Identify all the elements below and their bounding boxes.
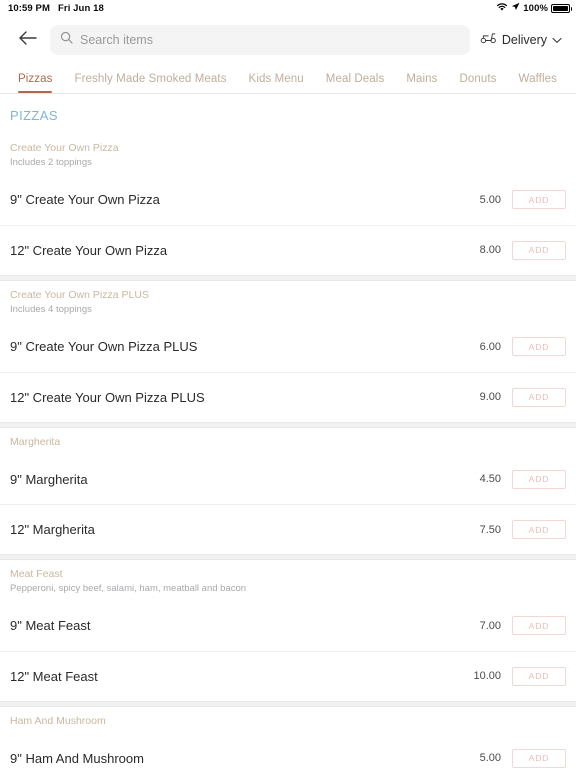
menu-item-name: 12" Create Your Own Pizza: [10, 242, 168, 258]
status-bar: 10:59 PM Fri Jun 18 100%: [0, 0, 576, 16]
back-button[interactable]: [10, 23, 44, 57]
menu-item-price: 5.00: [479, 752, 501, 765]
search-placeholder: Search items: [80, 33, 153, 47]
group-header: Create Your Own Pizza PLUS Includes 4 top…: [0, 281, 576, 322]
delivery-mode-selector[interactable]: Delivery: [480, 31, 562, 49]
add-to-cart-button[interactable]: ADD: [512, 616, 566, 636]
menu-item-name: 9" Margherita: [10, 471, 88, 487]
top-bar: Search items Delivery: [0, 16, 576, 64]
chevron-down-icon: [552, 31, 562, 49]
wifi-icon: [496, 2, 508, 15]
menu-item-price: 7.50: [479, 523, 501, 536]
add-to-cart-button[interactable]: ADD: [512, 387, 566, 407]
menu-item-row[interactable]: 9" Create Your Own Pizza PLUS 6.00 ADD: [0, 322, 576, 372]
menu-item-name: 12" Create Your Own Pizza PLUS: [10, 389, 205, 405]
page-title: PIZZAS: [10, 108, 58, 123]
tab-waffles[interactable]: Waffles: [519, 64, 557, 93]
menu-item-name: 12" Meat Feast: [10, 668, 98, 684]
menu-item-name: 9" Create Your Own Pizza: [10, 192, 160, 208]
menu-item-name: 9" Ham And Mushroom: [10, 750, 144, 766]
menu-item-price: 10.00: [473, 670, 501, 683]
menu-item-name: 9" Meat Feast: [10, 618, 91, 634]
menu-item-price: 9.00: [479, 391, 501, 404]
group-description: Pepperoni, spicy beef, salami, ham, meat…: [10, 583, 247, 595]
menu-item-price: 4.50: [479, 473, 501, 486]
menu-item-row[interactable]: 12" Create Your Own Pizza 8.00 ADD: [0, 224, 576, 275]
add-to-cart-button[interactable]: ADD: [512, 240, 566, 260]
delivery-label: Delivery: [501, 33, 547, 47]
search-input[interactable]: Search items: [50, 25, 470, 55]
menu-item-row[interactable]: 9" Margherita 4.50 ADD: [0, 454, 576, 504]
tab-mains[interactable]: Mains: [406, 64, 437, 93]
group-header: Ham And Mushroom: [0, 707, 576, 733]
group-name: Margherita: [10, 435, 61, 448]
tab-meal-deals[interactable]: Meal Deals: [326, 64, 385, 93]
menu-groups: Create Your Own Pizza Includes 2 toppings…: [0, 134, 576, 768]
add-to-cart-button[interactable]: ADD: [512, 748, 566, 768]
group-name: Create Your Own Pizza PLUS: [10, 288, 149, 301]
tab-freshly-made-smoked-meats[interactable]: Freshly Made Smoked Meats: [74, 64, 226, 93]
menu-item-price: 5.00: [479, 193, 501, 206]
scooter-icon: [480, 31, 497, 49]
menu-item-row[interactable]: 9" Ham And Mushroom 5.00 ADD: [0, 733, 576, 768]
group-description: Includes 4 toppings: [10, 304, 92, 316]
menu-item-price: 8.00: [479, 244, 501, 257]
battery-full-icon: [551, 3, 572, 13]
add-to-cart-button[interactable]: ADD: [512, 337, 566, 357]
group-description: Includes 2 toppings: [10, 157, 92, 169]
tab-kids-menu[interactable]: Kids Menu: [249, 64, 304, 93]
status-date: Fri Jun 18: [58, 2, 104, 14]
menu-item-row[interactable]: 9" Create Your Own Pizza 5.00 ADD: [0, 175, 576, 225]
search-icon: [60, 31, 73, 49]
group-name: Meat Feast: [10, 568, 63, 581]
status-time: 10:59 PM: [8, 2, 50, 14]
menu-item-price: 7.00: [479, 619, 501, 632]
location-arrow-icon: [511, 2, 520, 14]
add-to-cart-button[interactable]: ADD: [512, 469, 566, 489]
menu-item-name: 9" Create Your Own Pizza PLUS: [10, 339, 198, 355]
menu-item-name: 12" Margherita: [10, 522, 95, 538]
battery-percent: 100%: [523, 2, 548, 14]
menu-item-price: 6.00: [479, 340, 501, 353]
category-tabs[interactable]: Pizzas Freshly Made Smoked Meats Kids Menu…: [0, 64, 576, 94]
menu-item-row[interactable]: 12" Create Your Own Pizza PLUS 9.00 ADD: [0, 371, 576, 422]
status-indicators: 100%: [496, 2, 572, 15]
tab-pizzas[interactable]: Pizzas: [18, 64, 53, 93]
group-name: Create Your Own Pizza: [10, 142, 119, 154]
group-name: Ham And Mushroom: [10, 714, 106, 727]
menu-item-row[interactable]: 12" Margherita 7.50 ADD: [0, 504, 576, 554]
add-to-cart-button[interactable]: ADD: [512, 190, 566, 210]
menu-content[interactable]: PIZZAS Create Your Own Pizza Includes 2 t…: [0, 94, 576, 768]
menu-item-row[interactable]: 9" Meat Feast 7.00 ADD: [0, 601, 576, 651]
group-header: Create Your Own Pizza Includes 2 toppings: [0, 134, 576, 175]
tab-donuts[interactable]: Donuts: [460, 64, 497, 93]
add-to-cart-button[interactable]: ADD: [512, 520, 566, 540]
back-arrow-icon: [18, 30, 37, 51]
group-header: Meat Feast Pepperoni, spicy beef, salami,…: [0, 560, 576, 601]
group-header: Margherita: [0, 428, 576, 454]
menu-item-row[interactable]: 12" Meat Feast 10.00 ADD: [0, 650, 576, 701]
add-to-cart-button[interactable]: ADD: [512, 666, 566, 686]
